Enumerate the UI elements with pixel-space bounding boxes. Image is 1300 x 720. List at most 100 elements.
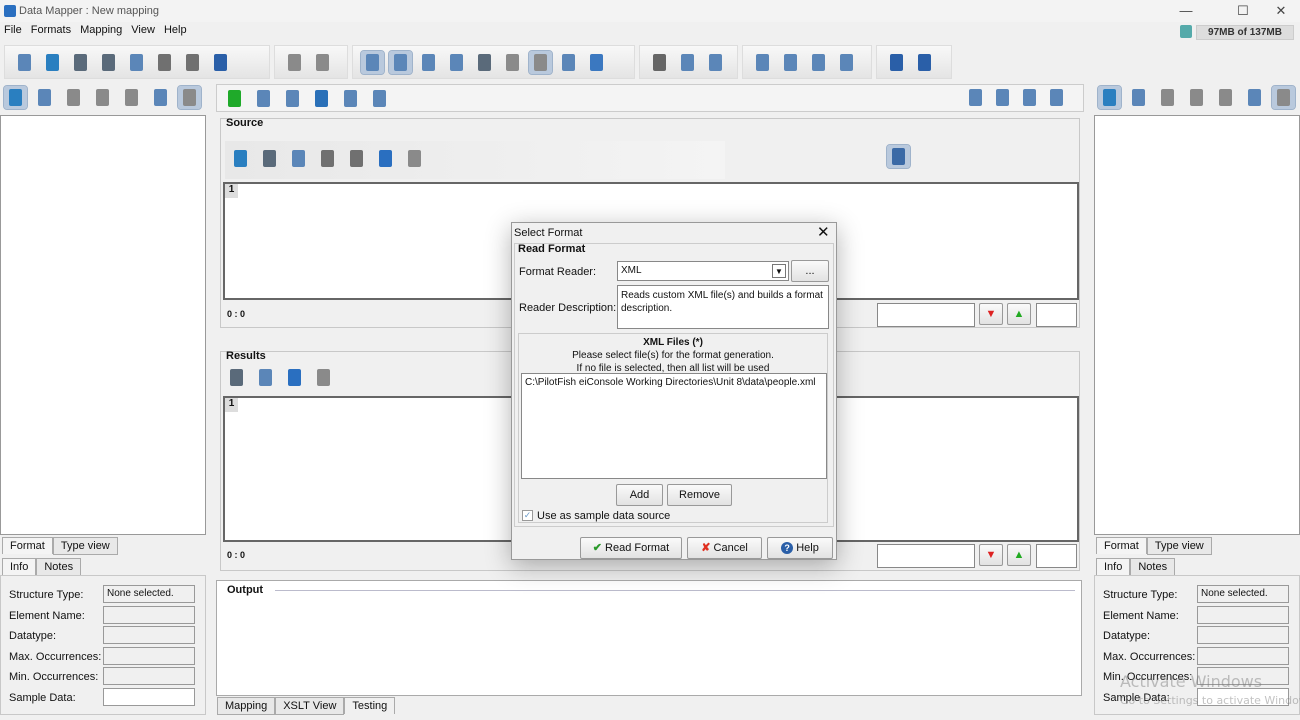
docs-icon[interactable] — [91, 86, 114, 109]
down-arrow-icon[interactable]: ▼ — [979, 544, 1003, 566]
menu-view[interactable]: View — [131, 24, 155, 36]
list-icon[interactable] — [287, 147, 310, 170]
edit-source-icon[interactable] — [886, 144, 911, 169]
import-icon[interactable] — [1097, 85, 1122, 110]
preview-icon[interactable] — [368, 87, 391, 110]
layers-icon[interactable] — [339, 87, 362, 110]
open-folder-icon[interactable] — [41, 51, 64, 74]
results-search-field[interactable] — [877, 544, 975, 568]
layout-3-icon[interactable] — [1018, 86, 1041, 109]
at-document-icon[interactable] — [528, 49, 553, 75]
garbage-collect-icon[interactable] — [1180, 25, 1192, 38]
menu-formats[interactable]: Formats — [31, 24, 71, 36]
new-format-icon[interactable] — [13, 51, 36, 74]
help-icon[interactable] — [885, 51, 908, 74]
help-button[interactable]: ? Help — [767, 537, 833, 559]
tab-testing[interactable]: Testing — [344, 697, 396, 714]
save-icon[interactable] — [69, 51, 92, 74]
align-center-icon[interactable] — [779, 51, 802, 74]
globe-check-icon[interactable] — [310, 87, 333, 110]
info-view-icon[interactable] — [360, 49, 385, 75]
database-icon[interactable] — [585, 51, 608, 74]
save-icon[interactable] — [258, 147, 281, 170]
read-format-button[interactable]: ✔ Read Format — [580, 537, 682, 559]
tab-info[interactable]: Info — [1096, 558, 1131, 575]
doc-icon[interactable] — [312, 366, 335, 389]
xml-files-list[interactable]: C:\PilotFish eiConsole Working Directori… — [521, 373, 827, 479]
color-view-icon[interactable] — [388, 49, 413, 75]
browse-reader-button[interactable]: ... — [791, 260, 829, 282]
wand-icon[interactable] — [1127, 86, 1150, 109]
maximize-button[interactable]: ☐ — [1233, 3, 1253, 19]
remove-button[interactable]: Remove — [667, 484, 732, 506]
close-button[interactable]: ✕ — [1271, 3, 1291, 19]
import-icon[interactable] — [3, 85, 28, 110]
exit-icon[interactable] — [209, 51, 232, 74]
grid-icon[interactable] — [1271, 85, 1296, 110]
up-arrow-icon[interactable]: ▲ — [1007, 544, 1031, 566]
document-list-icon[interactable] — [501, 51, 524, 74]
down-arrow-icon[interactable]: ▼ — [979, 303, 1003, 325]
doc-icon[interactable] — [403, 147, 426, 170]
layout-1-icon[interactable] — [964, 86, 987, 109]
xls-new-icon[interactable] — [125, 51, 148, 74]
db-add-icon[interactable] — [283, 51, 306, 74]
results-line-field[interactable] — [1036, 544, 1077, 568]
search-icon[interactable] — [283, 366, 306, 389]
table-icon[interactable] — [557, 51, 580, 74]
checklist-icon[interactable] — [417, 51, 440, 74]
dialog-close-button[interactable]: ✕ — [817, 223, 830, 241]
image-icon[interactable] — [1214, 86, 1237, 109]
about-icon[interactable] — [913, 51, 936, 74]
save-as-icon[interactable] — [97, 51, 120, 74]
doc-icon[interactable] — [62, 86, 85, 109]
redo-icon[interactable] — [181, 51, 204, 74]
format-reader-select[interactable]: XML ▼ — [617, 261, 789, 281]
cancel-button[interactable]: ✘ Cancel — [687, 537, 762, 559]
save-chart-icon[interactable] — [473, 51, 496, 74]
file-list-item[interactable]: C:\PilotFish eiConsole Working Directori… — [525, 377, 823, 388]
wand-icon[interactable] — [33, 86, 56, 109]
chevron-down-icon[interactable]: ▼ — [772, 264, 786, 278]
tab-format[interactable]: Format — [1096, 537, 1147, 554]
tab-info[interactable]: Info — [2, 558, 37, 575]
colors-icon[interactable] — [835, 51, 858, 74]
search-icon[interactable] — [374, 147, 397, 170]
sample-checkbox[interactable]: ✓ — [522, 510, 533, 521]
tab-notes[interactable]: Notes — [1130, 558, 1176, 576]
tab-type-view[interactable]: Type view — [52, 537, 118, 555]
gears-icon[interactable] — [252, 87, 275, 110]
menu-mapping[interactable]: Mapping — [80, 24, 122, 36]
grid-icon[interactable] — [177, 85, 202, 110]
undo-icon[interactable] — [316, 147, 339, 170]
target-format-tree[interactable] — [1094, 115, 1300, 535]
tab-notes[interactable]: Notes — [36, 558, 82, 576]
source-format-tree[interactable] — [0, 115, 206, 535]
undo-icon[interactable] — [153, 51, 176, 74]
up-arrow-icon[interactable]: ▲ — [1007, 303, 1031, 325]
db-settings-icon[interactable] — [311, 51, 334, 74]
edit-icon[interactable] — [1243, 86, 1266, 109]
align-right-icon[interactable] — [807, 51, 830, 74]
docs-icon[interactable] — [1185, 86, 1208, 109]
cut-icon[interactable] — [648, 51, 671, 74]
copy-icon[interactable] — [676, 51, 699, 74]
image-icon[interactable] — [120, 86, 143, 109]
layout-2-icon[interactable] — [991, 86, 1014, 109]
align-left-icon[interactable] — [751, 51, 774, 74]
tab-format[interactable]: Format — [2, 537, 53, 554]
source-search-field[interactable] — [877, 303, 975, 327]
menu-help[interactable]: Help — [164, 24, 187, 36]
doc-icon[interactable] — [1156, 86, 1179, 109]
run-icon[interactable] — [223, 87, 246, 110]
edit-notes-icon[interactable] — [281, 87, 304, 110]
tab-xslt-view[interactable]: XSLT View — [275, 697, 345, 715]
menu-file[interactable]: File — [4, 24, 22, 36]
open-icon[interactable] — [229, 147, 252, 170]
add-button[interactable]: Add — [616, 484, 663, 506]
tab-type-view[interactable]: Type view — [1146, 537, 1212, 555]
edit-icon[interactable] — [149, 86, 172, 109]
redo-icon[interactable] — [345, 147, 368, 170]
minimize-button[interactable]: — — [1176, 3, 1196, 18]
tab-mapping[interactable]: Mapping — [217, 697, 276, 715]
